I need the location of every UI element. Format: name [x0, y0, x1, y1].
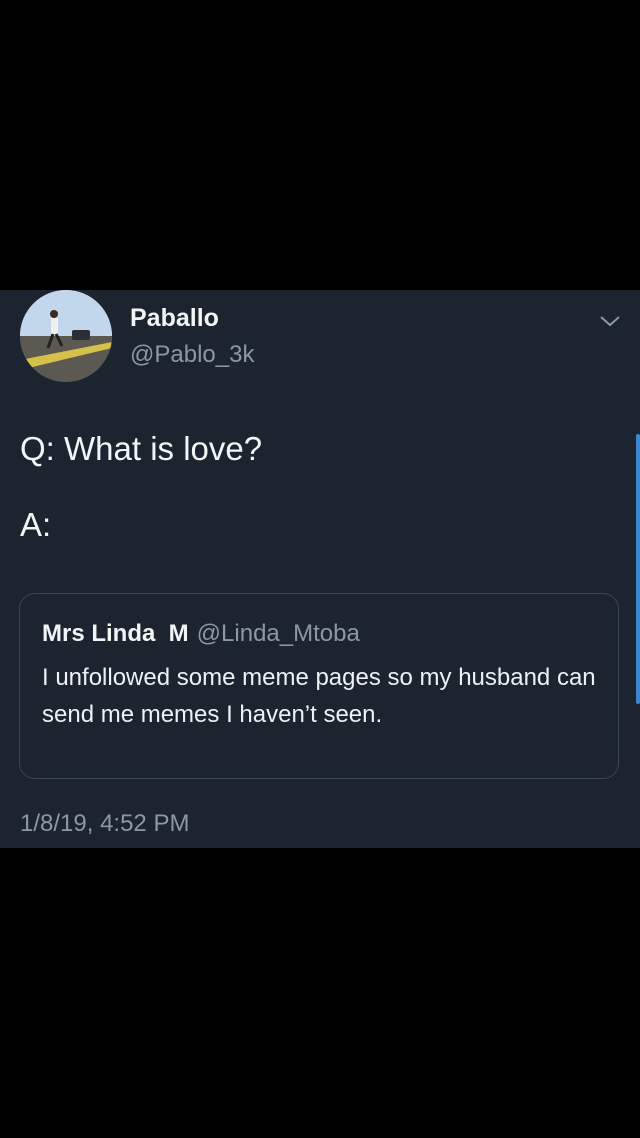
chevron-down-icon[interactable] [598, 312, 622, 330]
tweet-card: Paballo @Pablo_3k Q: What is love? A: Mr… [0, 290, 640, 848]
quoted-tweet-text: I unfollowed some meme pages so my husba… [42, 664, 596, 728]
quoted-author-name: Mrs Linda M [42, 620, 189, 647]
scrollbar[interactable] [636, 434, 640, 704]
profile-photo-icon [20, 290, 112, 382]
tweet-text-question: Q: What is love? [20, 430, 263, 467]
tweet-timestamp[interactable]: 1/8/19, 4:52 PM [20, 810, 189, 838]
quoted-author-handle: @Linda_Mtoba [196, 620, 360, 647]
quoted-tweet-header: Mrs Linda M @Linda_Mtoba [42, 620, 360, 648]
author-display-name[interactable]: Paballo [130, 304, 219, 333]
avatar[interactable] [20, 290, 112, 382]
quoted-tweet-card[interactable]: Mrs Linda M @Linda_Mtoba I unfollowed som… [19, 593, 619, 779]
author-handle[interactable]: @Pablo_3k [130, 341, 254, 369]
tweet-text-answer: A: [20, 506, 52, 543]
